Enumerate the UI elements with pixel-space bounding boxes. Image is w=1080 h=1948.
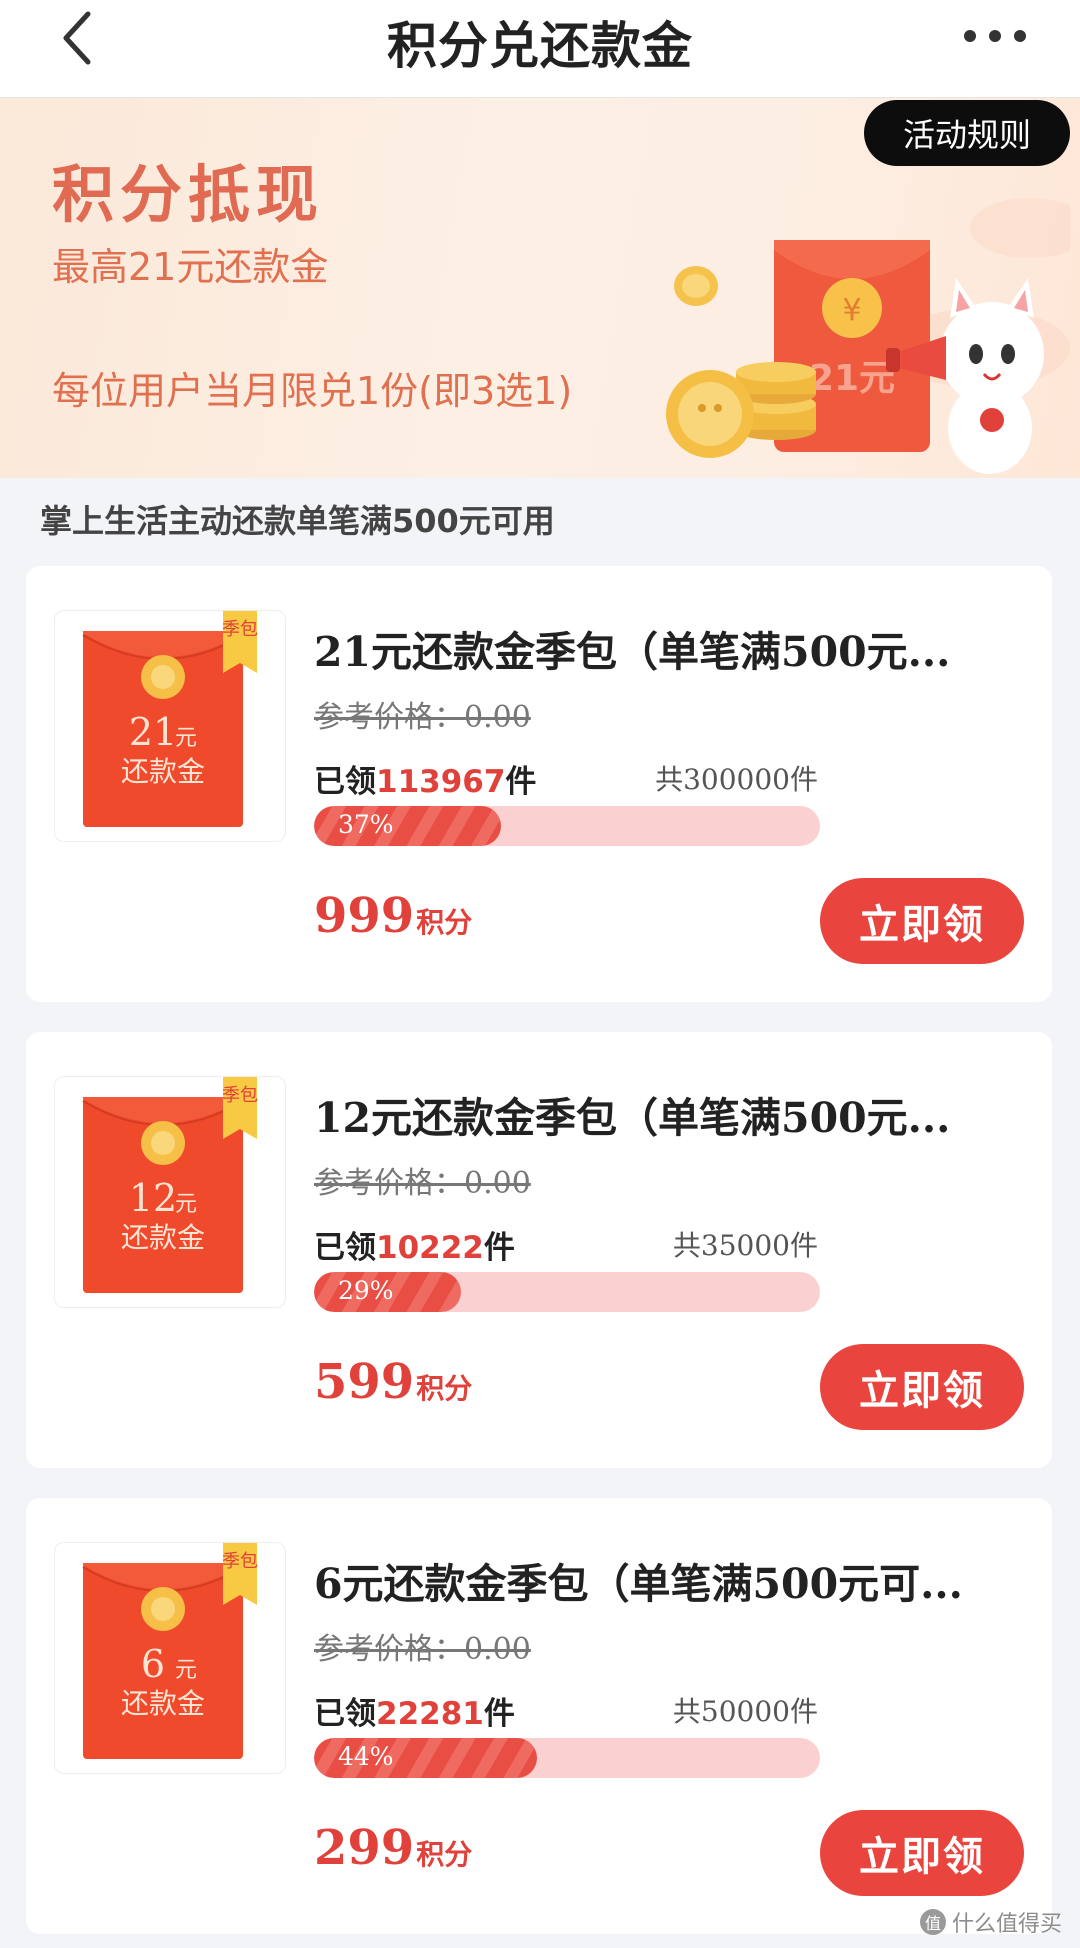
product-card: 12 元 还款金 季包 12元还款金季包（单笔满500元... 参考价格：0.0… <box>26 1032 1052 1468</box>
banner-title: 积分抵现 <box>52 158 325 231</box>
product-image[interactable]: 12 元 还款金 季包 <box>54 1076 286 1308</box>
svg-text:6: 6 <box>141 1642 165 1686</box>
svg-text:元: 元 <box>175 1192 197 1217</box>
banner-subtitle: 最高21元还款金 <box>52 245 329 289</box>
claim-now-button[interactable]: 立即领 <box>820 878 1024 964</box>
more-dots-icon[interactable] <box>960 26 1030 46</box>
section-tip: 掌上生活主动还款单笔满500元可用 <box>40 502 555 540</box>
svg-text:12: 12 <box>129 1176 177 1220</box>
points-price: 299积分 <box>314 1820 473 1876</box>
banner-illustration: ¥ 21元 <box>666 198 1070 474</box>
claim-now-button[interactable]: 立即领 <box>820 1344 1024 1430</box>
claim-progress-bar: 37% <box>314 806 820 846</box>
claimed-count: 已领10222件 <box>314 1230 515 1266</box>
svg-text:还款金: 还款金 <box>121 755 205 788</box>
points-price: 599积分 <box>314 1354 473 1410</box>
product-image[interactable]: 21 元 还款金 季包 <box>54 610 286 842</box>
product-name[interactable]: 12元还款金季包（单笔满500元... <box>314 1084 1004 1144</box>
points-price: 999积分 <box>314 888 473 944</box>
svg-text:季包: 季包 <box>222 619 258 640</box>
watermark: 值 什么值得买 <box>919 1906 1062 1938</box>
nav-bar: 积分兑还款金 <box>0 0 1080 98</box>
claimed-count: 已领113967件 <box>314 764 537 800</box>
reference-price: 参考价格：0.00 <box>314 1166 531 1201</box>
claim-progress-bar: 44% <box>314 1738 820 1778</box>
svg-text:元: 元 <box>175 726 197 751</box>
svg-text:21元: 21元 <box>809 358 895 399</box>
svg-text:还款金: 还款金 <box>121 1221 205 1254</box>
product-name[interactable]: 21元还款金季包（单笔满500元... <box>314 618 1004 678</box>
watermark-logo-icon: 值 <box>919 1909 946 1935</box>
svg-text:季包: 季包 <box>222 1551 258 1572</box>
progress-label: 37% <box>338 810 394 839</box>
red-envelope-icon: 12 元 还款金 季包 <box>82 1077 258 1293</box>
claim-progress-bar: 29% <box>314 1272 820 1312</box>
red-envelope-icon: 21 元 还款金 季包 <box>82 611 258 827</box>
total-stock: 共50000件 <box>672 1695 818 1728</box>
svg-text:21: 21 <box>129 710 177 754</box>
progress-label: 29% <box>338 1276 394 1305</box>
product-card: 6 元 还款金 季包 6元还款金季包（单笔满500元可... 参考价格：0.00… <box>26 1498 1052 1934</box>
svg-text:¥: ¥ <box>842 293 861 328</box>
activity-rules-button[interactable]: 活动规则 <box>864 100 1070 166</box>
reference-price: 参考价格：0.00 <box>314 700 531 735</box>
red-envelope-icon: 6 元 还款金 季包 <box>82 1543 258 1759</box>
watermark-text: 什么值得买 <box>951 1912 1062 1937</box>
progress-label: 44% <box>338 1742 394 1771</box>
product-card: 21 元 还款金 季包 21元还款金季包（单笔满500元... 参考价格：0.0… <box>26 566 1052 1002</box>
product-image[interactable]: 6 元 还款金 季包 <box>54 1542 286 1774</box>
claimed-count: 已领22281件 <box>314 1696 515 1732</box>
total-stock: 共35000件 <box>672 1229 818 1262</box>
svg-text:季包: 季包 <box>222 1085 258 1106</box>
product-name[interactable]: 6元还款金季包（单笔满500元可... <box>314 1550 1004 1610</box>
promo-banner: 活动规则 积分抵现 最高21元还款金 每位用户当月限兑1份(即3选1) ¥ 21… <box>0 98 1080 478</box>
svg-text:还款金: 还款金 <box>121 1687 205 1720</box>
claim-now-button[interactable]: 立即领 <box>820 1810 1024 1896</box>
banner-limit-text: 每位用户当月限兑1份(即3选1) <box>52 369 573 413</box>
reference-price: 参考价格：0.00 <box>314 1632 531 1667</box>
total-stock: 共300000件 <box>655 763 818 796</box>
svg-text:元: 元 <box>175 1658 197 1683</box>
page-title: 积分兑还款金 <box>387 17 693 75</box>
